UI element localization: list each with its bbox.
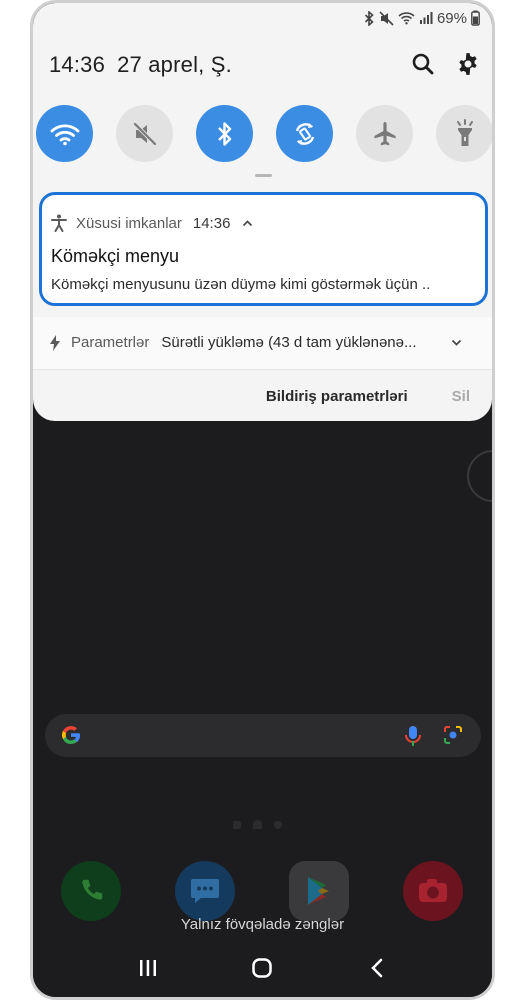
home-page-dot: [253, 820, 262, 829]
search-icon[interactable]: [410, 51, 436, 77]
recents-icon: [140, 960, 157, 976]
navigation-bar: [33, 939, 492, 997]
rotate-icon: [295, 122, 314, 145]
back-button[interactable]: [357, 948, 397, 988]
battery-percent: 69%: [436, 9, 467, 27]
charging-notification[interactable]: Parametrlər Sürətli yükləmə (43 d tam yü…: [33, 317, 492, 369]
chevron-down-icon[interactable]: [451, 339, 462, 347]
mic-icon[interactable]: [405, 725, 421, 747]
wifi-status-icon: [398, 12, 415, 25]
gear-icon[interactable]: [455, 51, 481, 77]
phone-screen: Yalnız fövqəladə zənglər 14:36 27 aprel, …: [30, 0, 495, 1000]
mute-status-icon: [379, 10, 394, 26]
charging-app-name: Parametrlər: [71, 334, 150, 351]
page-dot: [233, 820, 241, 829]
recents-button[interactable]: [128, 948, 168, 988]
notification-time: 14:36: [192, 214, 231, 232]
message-icon: [191, 879, 219, 903]
notification-shade: 14:36 27 aprel, Ş. Xüsusi imkanlar 14:36…: [33, 3, 492, 421]
home-button[interactable]: [242, 948, 282, 988]
bluetooth-toggle[interactable]: [196, 105, 253, 162]
camera-app-icon[interactable]: [403, 861, 463, 921]
auto-rotate-toggle[interactable]: [276, 105, 333, 162]
page-indicator: [233, 820, 282, 829]
status-bar: 69%: [364, 7, 480, 29]
phone-icon: [82, 879, 103, 900]
signal-icon: [419, 12, 433, 24]
charging-text: Sürətli yükləmə (43 d tam yüklənənə...: [161, 334, 417, 351]
flashlight-toggle[interactable]: [436, 105, 492, 162]
bluetooth-icon: [217, 121, 231, 146]
play-store-app-icon[interactable]: [289, 861, 349, 921]
shade-drag-handle[interactable]: [255, 174, 272, 177]
back-icon: [371, 958, 383, 978]
airplane-icon: [373, 121, 396, 145]
quick-settings-row: [36, 105, 492, 162]
lens-icon[interactable]: [443, 725, 463, 745]
page-dot: [274, 820, 282, 829]
wifi-toggle[interactable]: [36, 105, 93, 162]
airplane-toggle[interactable]: [356, 105, 413, 162]
notification-settings-button[interactable]: Bildiriş parametrləri: [266, 388, 408, 405]
google-search-bar[interactable]: [45, 714, 481, 757]
edge-panel-handle[interactable]: [467, 450, 492, 502]
accessibility-notification[interactable]: Xüsusi imkanlar 14:36 Köməkçi menyu Kömə…: [39, 192, 488, 306]
notification-title: Köməkçi menyu: [51, 246, 180, 266]
notification-header: Xüsusi imkanlar 14:36: [51, 214, 253, 232]
notification-app-name: Xüsusi imkanlar: [76, 214, 182, 232]
messages-app-icon[interactable]: [175, 861, 235, 921]
bluetooth-status-icon: [364, 10, 374, 26]
notification-text: Köməkçi menyusunu üzən düymə kimi göstər…: [51, 276, 431, 293]
clock: 14:36: [49, 52, 106, 77]
app-dock: [61, 861, 463, 921]
dnd-status-text: Yalnız fövqəladə zənglər: [180, 916, 345, 933]
google-icon: [62, 726, 81, 744]
accessibility-icon: [51, 214, 67, 232]
battery-icon: [471, 10, 480, 26]
charging-notification-row: Parametrlər Sürətli yükləmə (43 d tam yü…: [49, 334, 426, 351]
lightning-icon: [50, 334, 60, 351]
home-icon: [252, 958, 273, 978]
mute-icon: [133, 122, 156, 145]
date: 27 aprel, Ş.: [117, 52, 232, 77]
datetime-header: 14:36 27 aprel, Ş.: [49, 52, 232, 78]
chevron-up-icon[interactable]: [242, 219, 253, 227]
play-store-icon: [308, 877, 329, 905]
camera-icon: [419, 879, 447, 902]
divider: [33, 369, 492, 370]
notification-actions: Bildiriş parametrləri Sil: [266, 388, 470, 405]
phone-app-icon[interactable]: [61, 861, 121, 921]
clear-button[interactable]: Sil: [452, 388, 470, 405]
wifi-icon: [50, 123, 79, 145]
sound-toggle[interactable]: [116, 105, 173, 162]
flashlight-icon: [456, 118, 473, 146]
